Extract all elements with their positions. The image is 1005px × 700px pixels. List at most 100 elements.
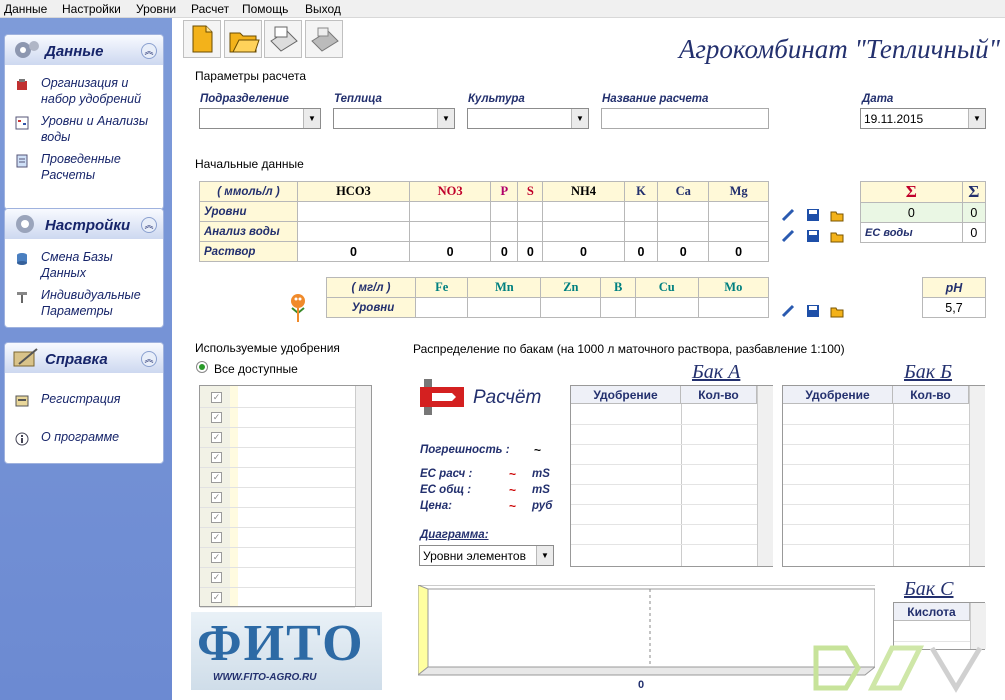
- cell[interactable]: [517, 201, 544, 222]
- list-item[interactable]: ✓: [200, 568, 355, 588]
- print-preview-icon: [270, 26, 298, 52]
- calculate-icon: [420, 379, 464, 415]
- tank-b-scrollbar[interactable]: [969, 386, 985, 566]
- database-icon: [17, 253, 27, 265]
- open-button[interactable]: [224, 20, 262, 58]
- fertilizer-checkbox[interactable]: ✓: [211, 492, 222, 503]
- info-icon: [15, 432, 29, 446]
- register-icon: [15, 395, 29, 407]
- print-button[interactable]: [305, 20, 343, 58]
- list-item[interactable]: ✓: [200, 548, 355, 568]
- distribution-section-label: Распределение по бакам (на 1000 л маточн…: [413, 342, 845, 356]
- list-item[interactable]: ✓: [200, 428, 355, 448]
- fertilizer-checkbox[interactable]: ✓: [211, 512, 222, 523]
- cell[interactable]: [297, 201, 410, 222]
- menu-calc[interactable]: Расчет: [191, 2, 229, 16]
- cell[interactable]: [490, 201, 519, 222]
- open-folder-icon[interactable]: [830, 304, 844, 318]
- menu-settings[interactable]: Настройки: [62, 2, 121, 16]
- new-button[interactable]: [183, 20, 221, 58]
- menu-help[interactable]: Помощь: [242, 2, 288, 16]
- list-item[interactable]: ✓: [200, 588, 355, 608]
- list-item[interactable]: ✓: [200, 448, 355, 468]
- cell[interactable]: [708, 201, 769, 222]
- list-item[interactable]: ✓: [200, 408, 355, 428]
- col-mo: Mo: [697, 277, 770, 298]
- cell[interactable]: [490, 221, 519, 242]
- tank-b-col-amount: Кол-во: [893, 386, 969, 404]
- edit-pen-icon[interactable]: [781, 304, 795, 318]
- cell[interactable]: [408, 221, 492, 242]
- chevron-down-icon[interactable]: ▼: [571, 109, 588, 128]
- fertilizer-checkbox[interactable]: ✓: [211, 572, 222, 583]
- menu-levels[interactable]: Уровни: [136, 2, 176, 16]
- list-item[interactable]: ✓: [200, 528, 355, 548]
- fertilizer-checkbox[interactable]: ✓: [211, 452, 222, 463]
- help-panel-header[interactable]: Справка ︽: [5, 343, 163, 373]
- date-picker[interactable]: 19.11.2015 ▼: [860, 108, 986, 129]
- save-disk-icon[interactable]: [806, 304, 820, 318]
- cell[interactable]: [540, 297, 602, 318]
- chevron-down-icon[interactable]: ▼: [303, 109, 320, 128]
- tank-a-scrollbar[interactable]: [757, 386, 773, 566]
- cell[interactable]: [623, 221, 659, 242]
- open-folder-icon[interactable]: [830, 229, 844, 243]
- chevron-down-icon[interactable]: ▼: [437, 109, 454, 128]
- data-panel-header[interactable]: Данные ︽: [5, 35, 163, 65]
- open-folder-icon[interactable]: [830, 208, 844, 222]
- cell[interactable]: [517, 221, 544, 242]
- table-row: Уровни: [199, 201, 769, 222]
- cell[interactable]: [657, 201, 710, 222]
- list-item[interactable]: ✓: [200, 388, 355, 408]
- cell[interactable]: [708, 221, 769, 242]
- sum-table: Σ Σ 0 0 EC воды 0: [860, 181, 987, 243]
- fertilizer-checkbox[interactable]: ✓: [211, 532, 222, 543]
- save-disk-icon[interactable]: [806, 229, 820, 243]
- chevron-up-icon[interactable]: ︽: [141, 351, 157, 367]
- fertilizer-checkbox[interactable]: ✓: [211, 552, 222, 563]
- menu-data[interactable]: Данные: [4, 2, 47, 16]
- fertilizer-checkbox[interactable]: ✓: [211, 392, 222, 403]
- chevron-down-icon[interactable]: ▼: [968, 109, 985, 128]
- cell[interactable]: [542, 201, 625, 222]
- calculate-button[interactable]: Расчёт: [418, 375, 553, 420]
- fertilizer-checkbox[interactable]: ✓: [211, 472, 222, 483]
- greenhouse-select[interactable]: ▼: [333, 108, 455, 129]
- calc-name-input[interactable]: [601, 108, 769, 129]
- edit-pen-icon[interactable]: [781, 208, 795, 222]
- cell[interactable]: [600, 297, 636, 318]
- print-preview-button[interactable]: [264, 20, 302, 58]
- cell[interactable]: [697, 297, 770, 318]
- chevron-up-icon[interactable]: ︽: [141, 43, 157, 59]
- cell[interactable]: [467, 297, 542, 318]
- cell[interactable]: [408, 201, 492, 222]
- cell[interactable]: [542, 221, 625, 242]
- menu-exit[interactable]: Выход: [305, 2, 341, 16]
- ph-value[interactable]: 5,7: [922, 297, 986, 318]
- edit-pen-icon[interactable]: [781, 229, 795, 243]
- subdivision-select[interactable]: ▼: [199, 108, 321, 129]
- cell[interactable]: [657, 221, 710, 242]
- sum-value-2: 0: [961, 202, 987, 223]
- cell[interactable]: [623, 201, 659, 222]
- cell[interactable]: [634, 297, 699, 318]
- culture-select[interactable]: ▼: [467, 108, 589, 129]
- save-disk-icon[interactable]: [806, 208, 820, 222]
- fertilizer-checkbox[interactable]: ✓: [211, 412, 222, 423]
- calc-name-label: Название расчета: [602, 93, 709, 105]
- cell[interactable]: [414, 297, 469, 318]
- settings-panel-header[interactable]: Настройки ︽: [5, 209, 163, 239]
- diagram-select[interactable]: Уровни элементов ▼: [419, 545, 554, 566]
- list-item[interactable]: ✓: [200, 468, 355, 488]
- fertilizer-checkbox[interactable]: ✓: [211, 432, 222, 443]
- chevron-up-icon[interactable]: ︽: [141, 217, 157, 233]
- micro-row-label: Уровни: [326, 297, 416, 318]
- fertilizers-scrollbar[interactable]: [355, 386, 371, 606]
- list-item[interactable]: ✓: [200, 508, 355, 528]
- col-k: K: [623, 181, 659, 202]
- list-item[interactable]: ✓: [200, 488, 355, 508]
- all-available-radio[interactable]: [196, 361, 208, 373]
- fertilizer-checkbox[interactable]: ✓: [211, 592, 222, 603]
- chevron-down-icon[interactable]: ▼: [536, 546, 553, 565]
- cell[interactable]: [297, 221, 410, 242]
